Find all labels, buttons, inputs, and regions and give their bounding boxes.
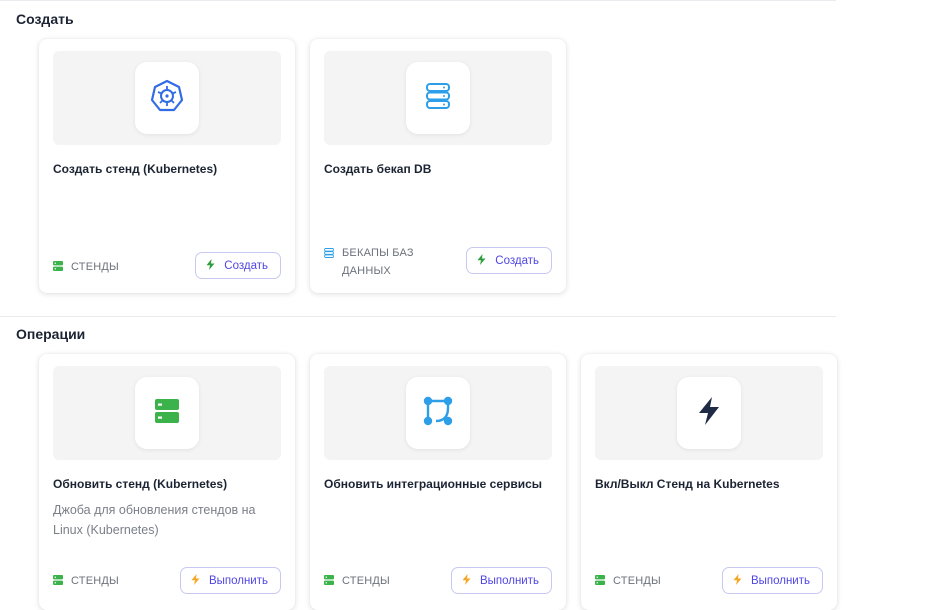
card-description-line: Джоба для обновления стендов на: [53, 503, 256, 517]
card-hero: [324, 366, 552, 460]
icon-tile: [406, 377, 470, 449]
card-tag: БЕКАПЫ БАЗ ДАННЫХ: [324, 244, 414, 280]
card-title: Вкл/Выкл Стенд на Kubernetes: [595, 477, 780, 491]
section-title-operations: Операции: [16, 326, 86, 342]
card-update-integration-services[interactable]: Обновить интеграционные сервисы СТЕНДЫ В…: [310, 354, 566, 610]
card-create-db-backup[interactable]: Создать бекап DB БЕКАПЫ БАЗ ДАННЫХ Созда…: [310, 39, 566, 293]
card-title: Создать бекап DB: [324, 162, 432, 176]
tag-label: СТЕНДЫ: [342, 575, 390, 587]
bolt-dark-icon: [697, 396, 721, 431]
run-button[interactable]: Выполнить: [179, 567, 281, 594]
icon-tile: [135, 377, 199, 449]
server-stack-icon: [154, 398, 180, 429]
create-button-label: Создать: [224, 259, 268, 272]
card-title: Обновить интеграционные сервисы: [324, 477, 543, 491]
server-green-icon: [595, 574, 605, 588]
icon-tile: [406, 62, 470, 134]
card-tag: СТЕНДЫ: [324, 572, 390, 590]
tag-label-line: ДАННЫХ: [342, 265, 391, 277]
section-title-create: Создать: [16, 11, 74, 27]
bolt-orange-icon: [733, 573, 742, 588]
card-title: Обновить стенд (Kubernetes): [53, 477, 228, 491]
card-description-line: Linux (Kubernetes): [53, 523, 159, 537]
server-green-icon: [53, 574, 63, 588]
bolt-orange-icon: [191, 573, 200, 588]
card-update-stand-kubernetes[interactable]: Обновить стенд (Kubernetes) Джоба для об…: [39, 354, 295, 610]
server-green-icon: [324, 574, 334, 588]
card-hero: [53, 366, 281, 460]
icon-tile: [677, 377, 741, 449]
run-button-label: Выполнить: [750, 574, 810, 587]
card-description: Джоба для обновления стендов на Linux (K…: [53, 500, 283, 540]
create-button[interactable]: Создать: [466, 247, 552, 274]
run-button-label: Выполнить: [479, 574, 539, 587]
section-create: Создать Создать стенд (Kubernetes) СТЕНД…: [0, 0, 836, 316]
tag-label: СТЕНДЫ: [71, 575, 119, 587]
card-tag: СТЕНДЫ: [53, 572, 119, 590]
icon-tile: [135, 62, 199, 134]
kubernetes-icon: [150, 79, 184, 118]
card-hero: [595, 366, 823, 460]
card-title: Создать стенд (Kubernetes): [53, 162, 218, 176]
card-toggle-stand-kubernetes[interactable]: Вкл/Выкл Стенд на Kubernetes СТЕНДЫ Выпо…: [581, 354, 837, 610]
server-green-icon: [53, 260, 63, 274]
git-branch-icon: [422, 395, 454, 432]
tag-label: СТЕНДЫ: [613, 575, 661, 587]
run-button-label: Выполнить: [208, 574, 268, 587]
card-tag: СТЕНДЫ: [53, 258, 119, 276]
bolt-green-icon: [477, 253, 486, 268]
bolt-green-icon: [206, 258, 215, 273]
card-tag: СТЕНДЫ: [595, 572, 661, 590]
card-hero: [53, 51, 281, 145]
card-hero: [324, 51, 552, 145]
run-button[interactable]: Выполнить: [450, 567, 552, 594]
templates-page: Создать Создать стенд (Kubernetes) СТЕНД…: [0, 0, 925, 610]
create-button[interactable]: Создать: [195, 252, 281, 279]
run-button[interactable]: Выполнить: [721, 567, 823, 594]
tag-label-line: БЕКАПЫ БАЗ: [342, 247, 414, 259]
section-operations: Операции Обновить стенд (Kubernetes) Джо…: [0, 316, 837, 610]
database-small-icon: [324, 248, 334, 261]
card-create-stand-kubernetes[interactable]: Создать стенд (Kubernetes) СТЕНДЫ Создат…: [39, 39, 295, 293]
tag-label: БЕКАПЫ БАЗ ДАННЫХ: [342, 244, 414, 280]
database-icon: [425, 82, 451, 115]
create-button-label: Создать: [495, 254, 539, 267]
tag-label: СТЕНДЫ: [71, 261, 119, 273]
bolt-orange-icon: [462, 573, 471, 588]
